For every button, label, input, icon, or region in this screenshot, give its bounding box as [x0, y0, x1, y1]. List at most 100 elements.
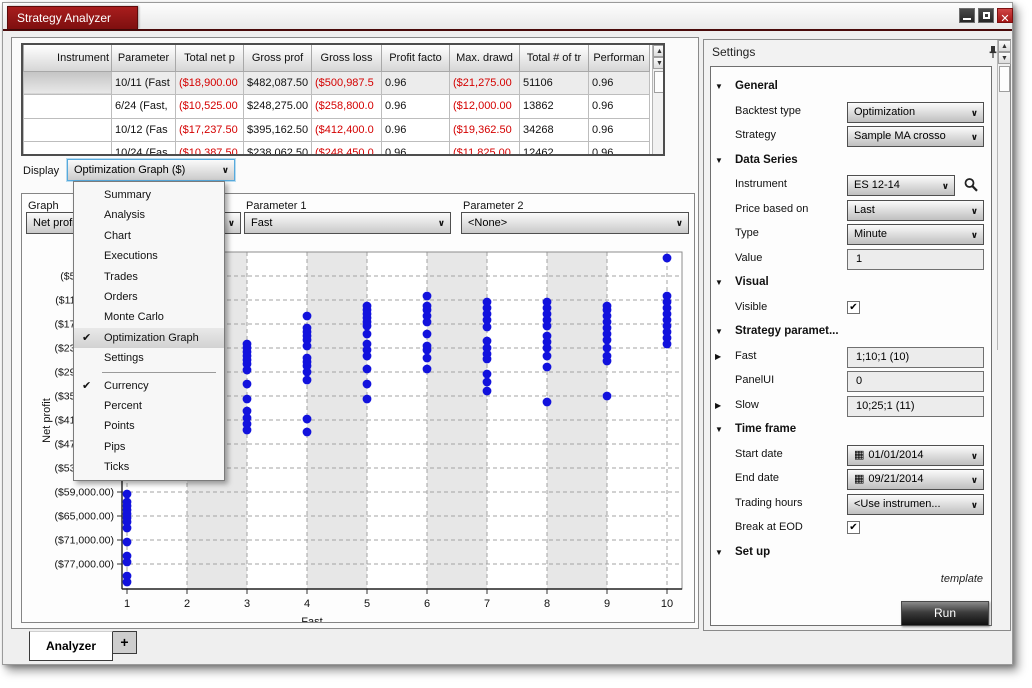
menu-item-summary[interactable]: Summary: [74, 185, 224, 205]
menu-item-analysis[interactable]: Analysis: [74, 205, 224, 225]
dropdown-select[interactable]: Sample MA crosso∨: [847, 126, 984, 147]
data-point[interactable]: [423, 292, 432, 301]
data-point[interactable]: [603, 336, 612, 345]
data-point[interactable]: [543, 322, 552, 331]
data-point[interactable]: [363, 352, 372, 361]
data-point[interactable]: [303, 376, 312, 385]
menu-item-percent[interactable]: Percent: [74, 396, 224, 416]
data-point[interactable]: [603, 357, 612, 366]
data-point[interactable]: [303, 428, 312, 437]
menu-item-trades[interactable]: Trades: [74, 267, 224, 287]
data-point[interactable]: [123, 490, 132, 499]
settings-scrollbar[interactable]: ▲ ▼: [997, 40, 1010, 350]
data-point[interactable]: [543, 352, 552, 361]
add-tab-button[interactable]: +: [113, 631, 137, 654]
checkbox[interactable]: ✔: [847, 301, 860, 314]
column-header[interactable]: Instrument: [24, 45, 112, 71]
window-title-tab[interactable]: Strategy Analyzer: [7, 6, 138, 29]
collapse-triangle-icon[interactable]: ▼: [715, 548, 723, 557]
column-header[interactable]: Profit facto: [382, 45, 450, 71]
data-point[interactable]: [423, 346, 432, 355]
date-picker[interactable]: ▦01/01/2014∨: [847, 445, 984, 466]
data-point[interactable]: [423, 318, 432, 327]
date-picker[interactable]: ▦09/21/2014∨: [847, 469, 984, 490]
close-button[interactable]: ✕: [997, 8, 1013, 23]
data-point[interactable]: [243, 366, 252, 375]
column-header[interactable]: Total net p: [176, 45, 244, 71]
data-point[interactable]: [423, 365, 432, 374]
menu-item-settings[interactable]: Settings: [74, 348, 224, 368]
scroll-up-icon[interactable]: ▲: [998, 40, 1011, 52]
column-header[interactable]: Parameter: [112, 45, 176, 71]
menu-item-pips[interactable]: Pips: [74, 437, 224, 457]
data-point[interactable]: [423, 330, 432, 339]
column-header[interactable]: Gross prof: [244, 45, 312, 71]
expand-triangle-icon[interactable]: ▶: [715, 401, 721, 410]
expand-triangle-icon[interactable]: ▶: [715, 352, 721, 361]
maximize-button[interactable]: [978, 8, 994, 23]
table-scrollbar[interactable]: ▲ ▼: [652, 45, 665, 154]
data-point[interactable]: [123, 538, 132, 547]
column-header[interactable]: Total # of tr: [520, 45, 589, 71]
data-point[interactable]: [243, 395, 252, 404]
data-point[interactable]: [483, 355, 492, 364]
data-point[interactable]: [363, 330, 372, 339]
scrollbar-thumb[interactable]: [999, 66, 1010, 92]
scroll-down-icon[interactable]: ▼: [998, 52, 1011, 64]
dropdown-select[interactable]: ES 12-14∨: [847, 175, 955, 196]
text-field[interactable]: 0: [847, 371, 984, 392]
data-point[interactable]: [303, 368, 312, 377]
data-point[interactable]: [123, 558, 132, 567]
dropdown-select[interactable]: Minute∨: [847, 224, 984, 245]
menu-item-ticks[interactable]: Ticks: [74, 457, 224, 477]
dropdown-select[interactable]: Last∨: [847, 200, 984, 221]
data-point[interactable]: [543, 363, 552, 372]
data-point[interactable]: [543, 344, 552, 353]
text-field[interactable]: 1: [847, 249, 984, 270]
menu-item-optimization-graph[interactable]: ✔Optimization Graph: [74, 328, 224, 348]
column-header[interactable]: Max. drawd: [450, 45, 520, 71]
collapse-triangle-icon[interactable]: ▼: [715, 82, 723, 91]
data-point[interactable]: [123, 578, 132, 587]
data-point[interactable]: [423, 354, 432, 363]
data-point[interactable]: [663, 340, 672, 349]
run-button[interactable]: Run: [901, 601, 989, 626]
column-header[interactable]: Gross loss: [312, 45, 382, 71]
data-point[interactable]: [543, 398, 552, 407]
menu-item-monte-carlo[interactable]: Monte Carlo: [74, 307, 224, 327]
data-point[interactable]: [123, 524, 132, 533]
menu-item-currency[interactable]: ✔Currency: [74, 376, 224, 396]
data-point[interactable]: [483, 387, 492, 396]
collapse-triangle-icon[interactable]: ▼: [715, 156, 723, 165]
data-point[interactable]: [483, 378, 492, 387]
dropdown-select[interactable]: Optimization∨: [847, 102, 984, 123]
menu-item-executions[interactable]: Executions: [74, 246, 224, 266]
data-point[interactable]: [303, 415, 312, 424]
table-row[interactable]: 6/24 (Fast,($10,525.00$248,275.00($258,8…: [24, 95, 650, 119]
parameter1-combobox[interactable]: Fast ∨: [244, 212, 451, 234]
text-field[interactable]: 1;10;1 (10): [847, 347, 984, 368]
data-point[interactable]: [603, 392, 612, 401]
text-field[interactable]: 10;25;1 (11): [847, 396, 984, 417]
table-row[interactable]: 10/11 (Fast($18,900.00$482,087.50($500,9…: [24, 71, 650, 95]
data-point[interactable]: [363, 395, 372, 404]
column-header[interactable]: Performan: [589, 45, 650, 71]
tab-analyzer[interactable]: Analyzer: [29, 631, 113, 661]
data-point[interactable]: [603, 344, 612, 353]
data-point[interactable]: [303, 312, 312, 321]
menu-item-orders[interactable]: Orders: [74, 287, 224, 307]
data-point[interactable]: [663, 254, 672, 263]
minimize-button[interactable]: [959, 8, 975, 23]
checkbox[interactable]: ✔: [847, 521, 860, 534]
menu-item-points[interactable]: Points: [74, 416, 224, 436]
data-point[interactable]: [243, 380, 252, 389]
data-point[interactable]: [483, 370, 492, 379]
collapse-triangle-icon[interactable]: ▼: [715, 327, 723, 336]
data-point[interactable]: [363, 365, 372, 374]
data-point[interactable]: [363, 322, 372, 331]
scroll-up-icon[interactable]: ▲: [653, 45, 665, 57]
search-icon[interactable]: [963, 177, 979, 193]
data-point[interactable]: [243, 426, 252, 435]
collapse-triangle-icon[interactable]: ▼: [715, 278, 723, 287]
parameter2-combobox[interactable]: <None> ∨: [461, 212, 689, 234]
